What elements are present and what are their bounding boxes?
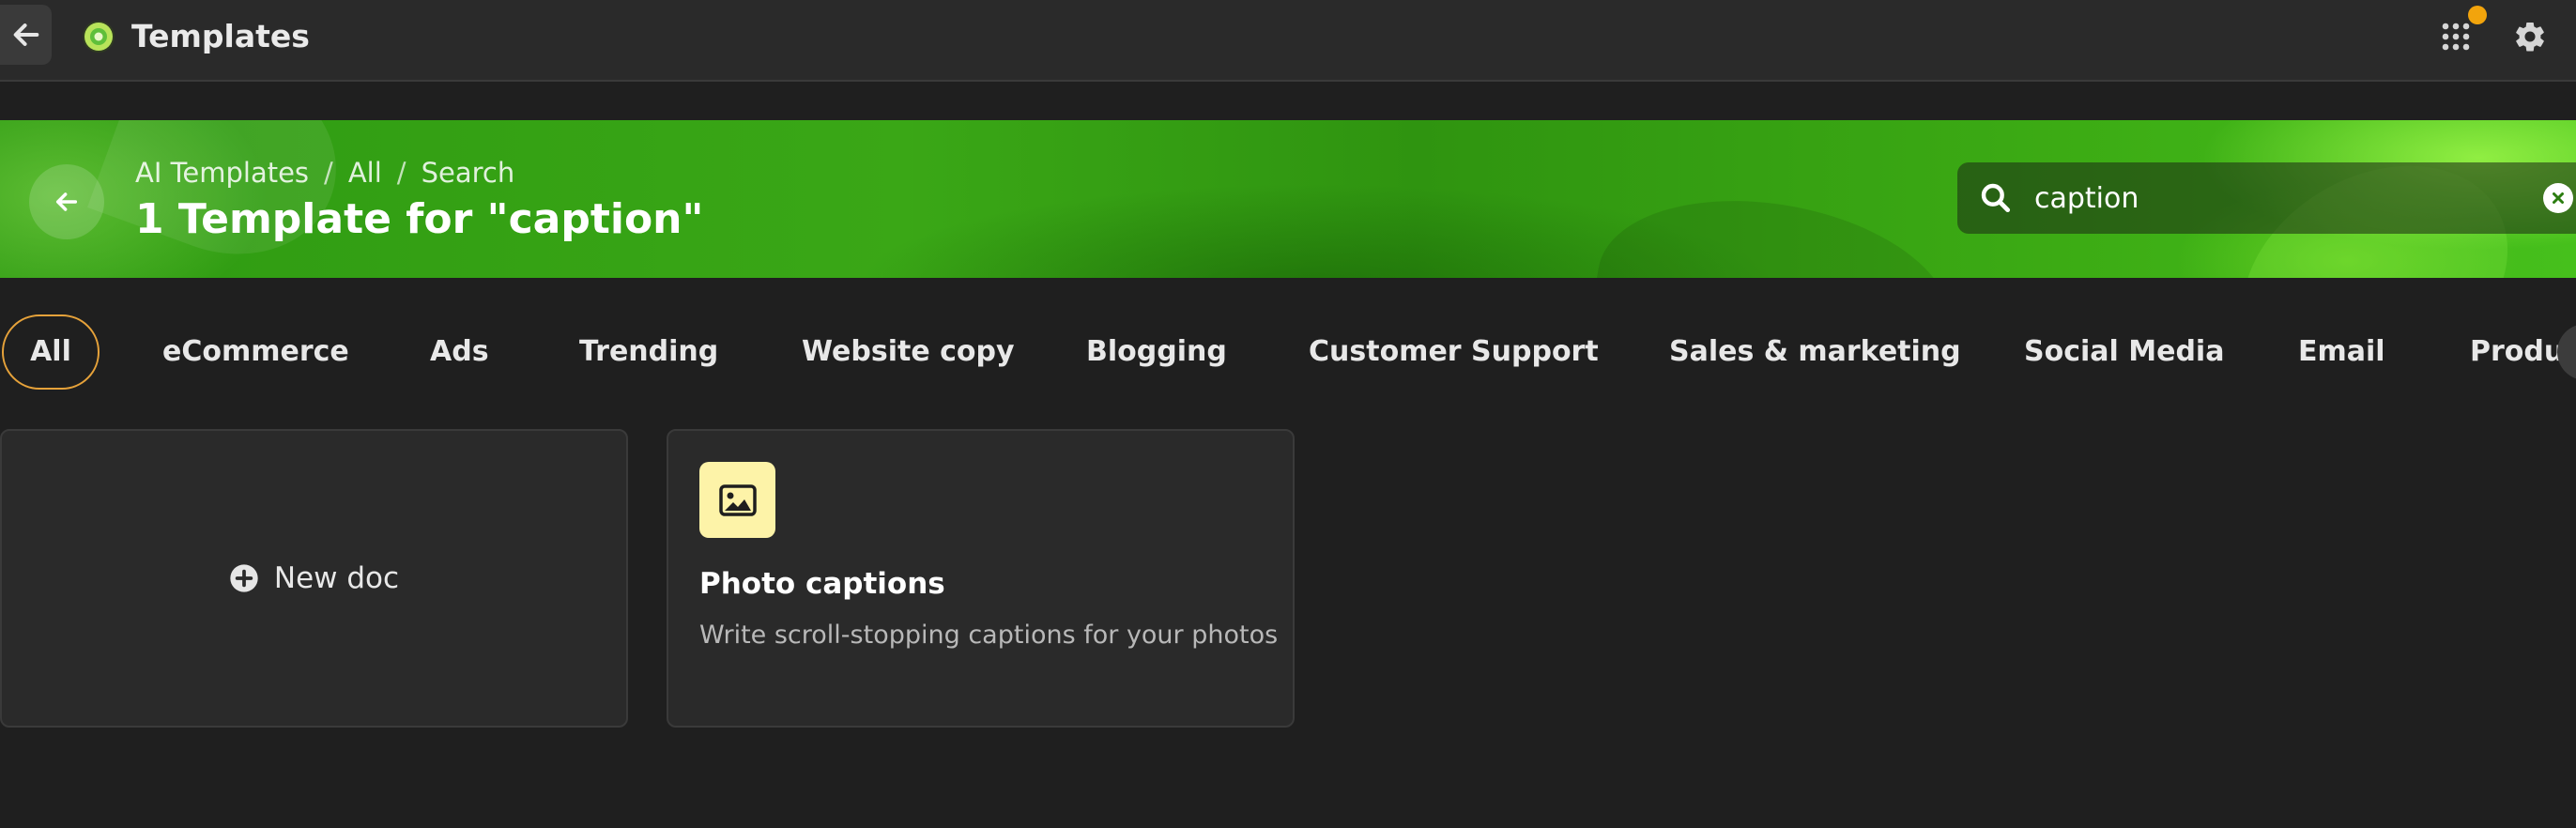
top-bar: Templates — [0, 0, 2576, 82]
breadcrumb-ai-templates[interactable]: AI Templates — [135, 154, 309, 192]
breadcrumb-search: Search — [421, 157, 515, 189]
search-banner: AI Templates / All / Search 1 Template f… — [0, 120, 2576, 278]
back-button[interactable] — [0, 5, 52, 65]
tab-sales-marketing[interactable]: Sales & marketing — [1669, 314, 1961, 390]
tab-ecommerce[interactable]: eCommerce — [162, 314, 349, 390]
plus-circle-icon — [230, 564, 258, 592]
page-title: 1 Template for "caption" — [135, 195, 704, 243]
apps-grid-icon[interactable] — [2439, 20, 2473, 54]
tab-blogging[interactable]: Blogging — [1086, 314, 1227, 390]
template-name: Photo captions — [699, 567, 945, 601]
gear-icon[interactable] — [2512, 19, 2548, 54]
close-icon — [2553, 192, 2564, 204]
tab-all[interactable]: All — [2, 314, 100, 390]
new-doc-label: New doc — [273, 561, 400, 595]
tab-ads[interactable]: Ads — [430, 314, 489, 390]
new-doc-card[interactable]: New doc — [0, 429, 628, 728]
search-icon — [1981, 183, 2011, 213]
tab-email[interactable]: Email — [2298, 314, 2385, 390]
breadcrumb: AI Templates / All / Search — [135, 154, 514, 192]
tab-social-media[interactable]: Social Media — [2024, 314, 2224, 390]
arrow-left-icon — [13, 23, 38, 46]
breadcrumb-all[interactable]: All — [348, 154, 382, 192]
clear-search-button[interactable] — [2543, 183, 2573, 213]
search-input[interactable] — [2032, 175, 2502, 222]
search-box — [1957, 162, 2576, 234]
breadcrumb-separator: / — [396, 157, 406, 189]
tab-trending[interactable]: Trending — [579, 314, 718, 390]
breadcrumb-separator: / — [324, 157, 333, 189]
decorative-leaf — [1582, 175, 1967, 278]
image-icon — [718, 483, 757, 516]
app-title: Templates — [131, 18, 310, 54]
notification-dot — [2468, 6, 2487, 24]
tab-website-copy[interactable]: Website copy — [802, 314, 1015, 390]
tab-customer-support[interactable]: Customer Support — [1309, 314, 1599, 390]
category-tabs: All eCommerce Ads Trending Website copy … — [0, 314, 2576, 390]
arrow-left-icon — [55, 192, 78, 211]
app-logo-icon — [83, 21, 115, 53]
template-description: Write scroll-stopping captions for your … — [699, 621, 1279, 650]
template-icon-tile — [699, 462, 775, 538]
banner-back-button[interactable] — [29, 164, 104, 239]
template-card-photo-captions[interactable]: Photo captions Write scroll-stopping cap… — [667, 429, 1295, 728]
